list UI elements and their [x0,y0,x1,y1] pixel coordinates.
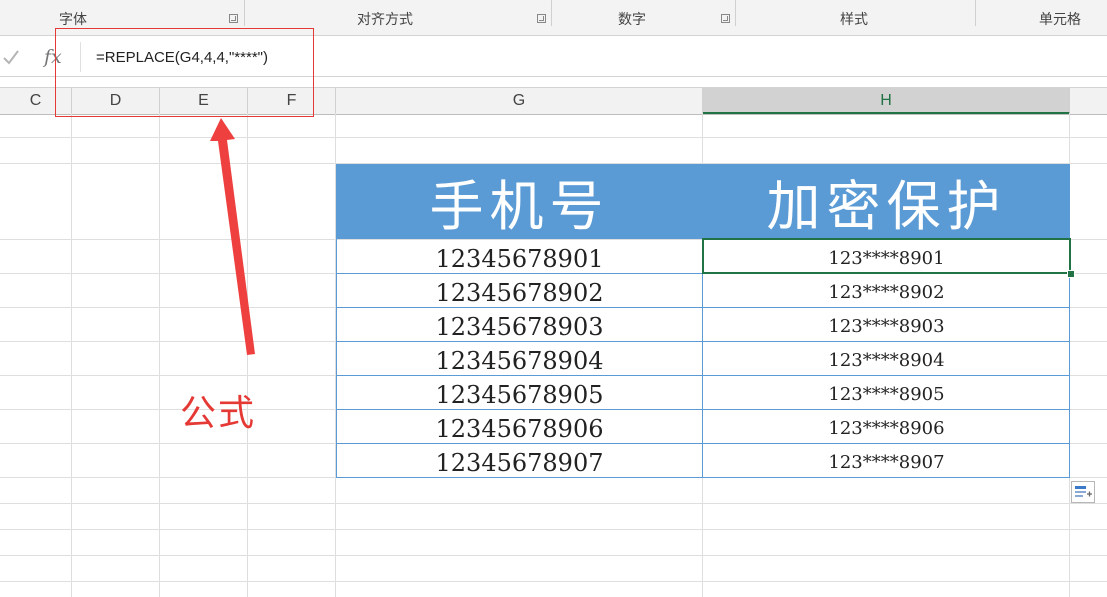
dialog-launcher-icon[interactable] [229,14,238,23]
masked-cell[interactable]: 123****8904 [703,342,1070,376]
masked-cell[interactable]: 123****8905 [703,376,1070,410]
table-row: 12345678907 123****8907 [336,444,1070,478]
phone-cell[interactable]: 12345678902 [336,274,703,308]
table-header-row: 手机号 加密保护 [336,164,1070,239]
annotation-label: 公式 [180,393,257,434]
ribbon-group-number: 数字 [552,0,735,35]
grid-row-line [0,503,1107,504]
masked-cell[interactable]: 123****8907 [703,444,1070,478]
quick-analysis-icon[interactable] [1071,481,1095,503]
ribbon-group-label: 样式 [840,11,868,27]
ribbon-group-cells: 单元格 [976,0,1107,35]
grid-row-line [0,555,1107,556]
grid-row-line [0,137,1107,138]
ribbon-group-label: 数字 [618,11,646,27]
phone-cell[interactable]: 12345678903 [336,308,703,342]
masked-cell[interactable]: 123****8903 [703,308,1070,342]
phone-cell[interactable]: 12345678905 [336,376,703,410]
grid-row-line [0,581,1107,582]
grid-row-line [0,529,1107,530]
masked-cell[interactable]: 123****8906 [703,410,1070,444]
ribbon-group-label: 单元格 [1039,11,1081,27]
phone-cell[interactable]: 12345678906 [336,410,703,444]
table-row: 12345678906 123****8906 [336,410,1070,444]
phone-cell[interactable]: 12345678907 [336,444,703,478]
column-header-h[interactable]: H [703,88,1070,114]
table-row: 12345678904 123****8904 [336,342,1070,376]
annotation-highlight-box [55,28,314,117]
ribbon-group-label: 对齐方式 [357,11,413,27]
active-cell-selection[interactable] [702,238,1071,274]
table-row: 12345678902 123****8902 [336,274,1070,308]
table-row: 12345678905 123****8905 [336,376,1070,410]
ribbon-group-label: 字体 [59,11,87,27]
header-cell-encrypted[interactable]: 加密保护 [703,164,1070,239]
dialog-launcher-icon[interactable] [537,14,546,23]
fill-handle[interactable] [1067,270,1075,278]
phone-cell[interactable]: 12345678904 [336,342,703,376]
ribbon-group-styles: 样式 [736,0,975,35]
grid-column-line [159,113,160,597]
grid-column-line [71,113,72,597]
check-icon[interactable] [2,48,20,66]
dialog-launcher-icon[interactable] [721,14,730,23]
grid-column-line [247,113,248,597]
header-cell-phone[interactable]: 手机号 [336,164,703,239]
table-row: 12345678903 123****8903 [336,308,1070,342]
phone-cell[interactable]: 12345678901 [336,240,703,274]
masked-cell[interactable]: 123****8902 [703,274,1070,308]
table-column-divider [702,239,703,477]
column-header-g[interactable]: G [336,88,703,114]
